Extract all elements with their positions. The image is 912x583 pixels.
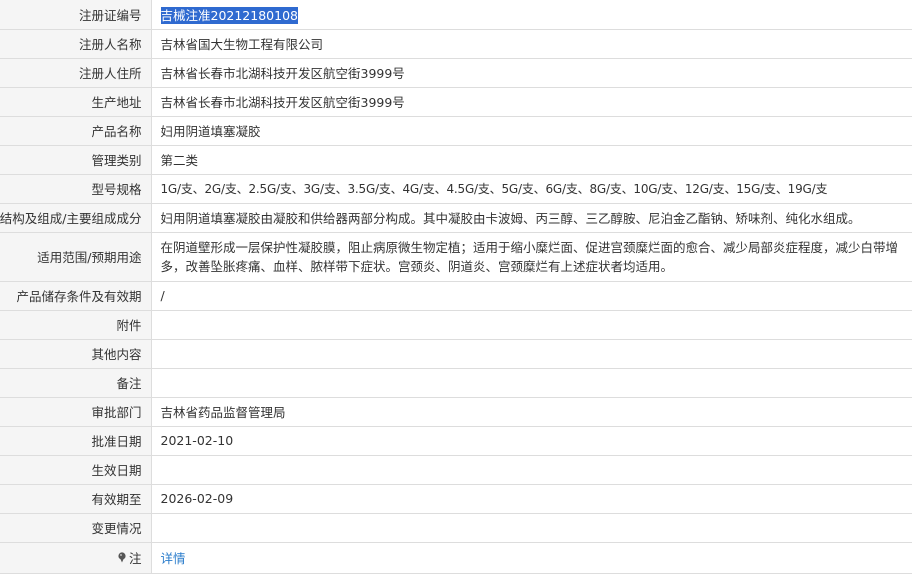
row-value-changes [151,513,912,543]
row-value-registrant-address: 吉林省长春市北湖科技开发区航空街3999号 [151,58,912,88]
table-row: 注册证编号 吉械注准20212180108 [0,0,912,30]
table-row: 管理类别 第二类 [0,145,912,175]
details-link[interactable]: 详情 [161,551,186,566]
row-value-other [151,339,912,369]
row-label-structure: 结构及组成/主要组成成分 [0,203,152,233]
table-row: 附件 [0,310,912,340]
row-value-storage: / [151,281,912,311]
row-value-intended-use: 在阴道壁形成一层保护性凝胶膜，阻止病原微生物定植；适用于缩小糜烂面、促进宫颈糜烂… [151,232,912,282]
table-row: 产品储存条件及有效期 / [0,281,912,311]
row-label-remarks: 备注 [0,368,152,398]
table-row: 生产地址 吉林省长春市北湖科技开发区航空街3999号 [0,87,912,117]
table-row: 有效期至 2026-02-09 [0,484,912,514]
selected-text[interactable]: 吉械注准20212180108 [160,6,298,24]
note-label-text: 注 [128,551,142,566]
row-value-attachment [151,310,912,340]
row-label-model-spec: 型号规格 [0,174,152,204]
row-label-attachment: 附件 [0,310,152,340]
table-row: 其他内容 [0,339,912,369]
row-label-reg-no: 注册证编号 [0,0,152,30]
row-label-approval-date: 批准日期 [0,426,152,456]
table-row: 生效日期 [0,455,912,485]
row-value-model-spec: 1G/支、2G/支、2.5G/支、3G/支、3.5G/支、4G/支、4.5G/支… [151,174,912,204]
row-value-registrant-name: 吉林省国大生物工程有限公司 [151,29,912,59]
row-label-valid-until: 有效期至 [0,484,152,514]
table-row: 批准日期 2021-02-10 [0,426,912,456]
table-row: 产品名称 妇用阴道填塞凝胶 [0,116,912,146]
row-label-other: 其他内容 [0,339,152,369]
row-value-reg-no[interactable]: 吉械注准20212180108 [151,0,912,30]
row-label-registrant-address: 注册人住所 [0,58,152,88]
row-value-approval-dept: 吉林省药品监督管理局 [151,397,912,427]
pin-icon [118,552,126,563]
registration-detail-table: 注册证编号 吉械注准20212180108 注册人名称 吉林省国大生物工程有限公… [0,0,912,574]
row-label-storage: 产品储存条件及有效期 [0,281,152,311]
table-row: 结构及组成/主要组成成分 妇用阴道填塞凝胶由凝胶和供给器两部分构成。其中凝胶由卡… [0,203,912,233]
table-row: 型号规格 1G/支、2G/支、2.5G/支、3G/支、3.5G/支、4G/支、4… [0,174,912,204]
row-value-remarks [151,368,912,398]
row-label-note: 注 [0,542,152,574]
row-value-note: 详情 [151,542,912,574]
row-label-category: 管理类别 [0,145,152,175]
row-value-category: 第二类 [151,145,912,175]
table-row: 适用范围/预期用途 在阴道壁形成一层保护性凝胶膜，阻止病原微生物定植；适用于缩小… [0,232,912,282]
table-row: 审批部门 吉林省药品监督管理局 [0,397,912,427]
row-value-production-address: 吉林省长春市北湖科技开发区航空街3999号 [151,87,912,117]
row-value-structure: 妇用阴道填塞凝胶由凝胶和供给器两部分构成。其中凝胶由卡波姆、丙三醇、三乙醇胺、尼… [151,203,912,233]
row-label-registrant-name: 注册人名称 [0,29,152,59]
row-label-intended-use: 适用范围/预期用途 [0,232,152,282]
row-value-effective-date [151,455,912,485]
row-label-product-name: 产品名称 [0,116,152,146]
row-value-valid-until: 2026-02-09 [151,484,912,514]
row-label-approval-dept: 审批部门 [0,397,152,427]
table-row: 变更情况 [0,513,912,543]
row-label-changes: 变更情况 [0,513,152,543]
row-value-approval-date: 2021-02-10 [151,426,912,456]
table-row: 注 详情 [0,542,912,574]
table-row: 注册人名称 吉林省国大生物工程有限公司 [0,29,912,59]
row-label-effective-date: 生效日期 [0,455,152,485]
row-value-product-name: 妇用阴道填塞凝胶 [151,116,912,146]
table-row: 注册人住所 吉林省长春市北湖科技开发区航空街3999号 [0,58,912,88]
table-row: 备注 [0,368,912,398]
row-label-production-address: 生产地址 [0,87,152,117]
